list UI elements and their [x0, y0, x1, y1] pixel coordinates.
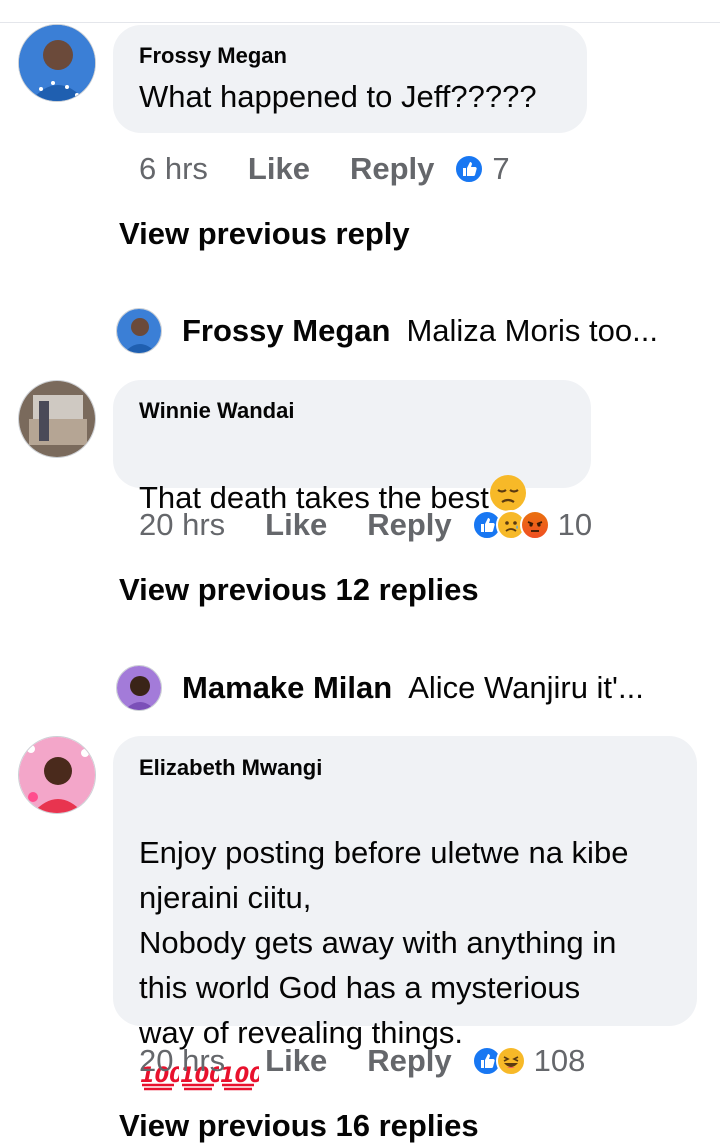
reply-snippet: Maliza Moris too... [406, 313, 658, 348]
reply-button[interactable]: Reply [350, 151, 434, 187]
comment-author[interactable]: Frossy Megan [139, 43, 287, 69]
comment-author[interactable]: Winnie Wandai [139, 398, 294, 424]
comment-time: 20 hrs [139, 507, 226, 542]
reply-author[interactable]: Frossy Megan [182, 313, 390, 349]
comment-text-body: Enjoy posting before uletwe na kibe njer… [139, 835, 629, 1050]
comment-author[interactable]: Elizabeth Mwangi [139, 755, 322, 781]
view-previous-replies-link[interactable]: View previous 16 replies [119, 1108, 479, 1144]
comment-meta: 20 hrs Like Reply 108 [139, 1039, 585, 1083]
avatar[interactable] [18, 24, 96, 102]
like-button[interactable]: Like [265, 1043, 327, 1079]
top-divider [0, 22, 720, 23]
reaction-summary[interactable]: 108 [471, 1043, 586, 1079]
collapsed-reply[interactable]: Mamake Milan Alice Wanjiru it'... [116, 665, 644, 711]
reaction-summary[interactable]: 10 [471, 507, 593, 543]
reply-author[interactable]: Mamake Milan [182, 670, 392, 706]
like-button[interactable]: Like [265, 507, 327, 543]
collapsed-reply[interactable]: Frossy Megan Maliza Moris too... [116, 308, 658, 354]
comment-meta: 20 hrs Like Reply 10 [139, 503, 592, 547]
comment-time: 6 hrs [139, 151, 208, 186]
reply-snippet: Alice Wanjiru it'... [408, 670, 644, 705]
like-button[interactable]: Like [248, 151, 310, 187]
reaction-count: 10 [557, 507, 593, 542]
like-reaction-icon [454, 154, 485, 184]
avatar[interactable] [18, 736, 96, 814]
comment-time: 20 hrs [139, 1043, 226, 1078]
view-previous-replies-link[interactable]: View previous 12 replies [119, 572, 479, 608]
view-previous-replies-link[interactable]: View previous reply [119, 216, 410, 252]
reaction-count: 108 [533, 1043, 586, 1078]
comment-meta: 6 hrs Like Reply 7 [139, 147, 510, 191]
avatar [116, 665, 162, 711]
reply-button[interactable]: Reply [367, 1043, 451, 1079]
comment-text: What happened to Jeff????? [139, 79, 537, 114]
haha-reaction-icon [495, 1046, 526, 1076]
avatar [116, 308, 162, 354]
reply-button[interactable]: Reply [367, 507, 451, 543]
angry-reaction-icon [519, 510, 550, 540]
avatar[interactable] [18, 380, 96, 458]
reaction-summary[interactable]: 7 [454, 151, 510, 187]
reaction-count: 7 [492, 151, 510, 186]
